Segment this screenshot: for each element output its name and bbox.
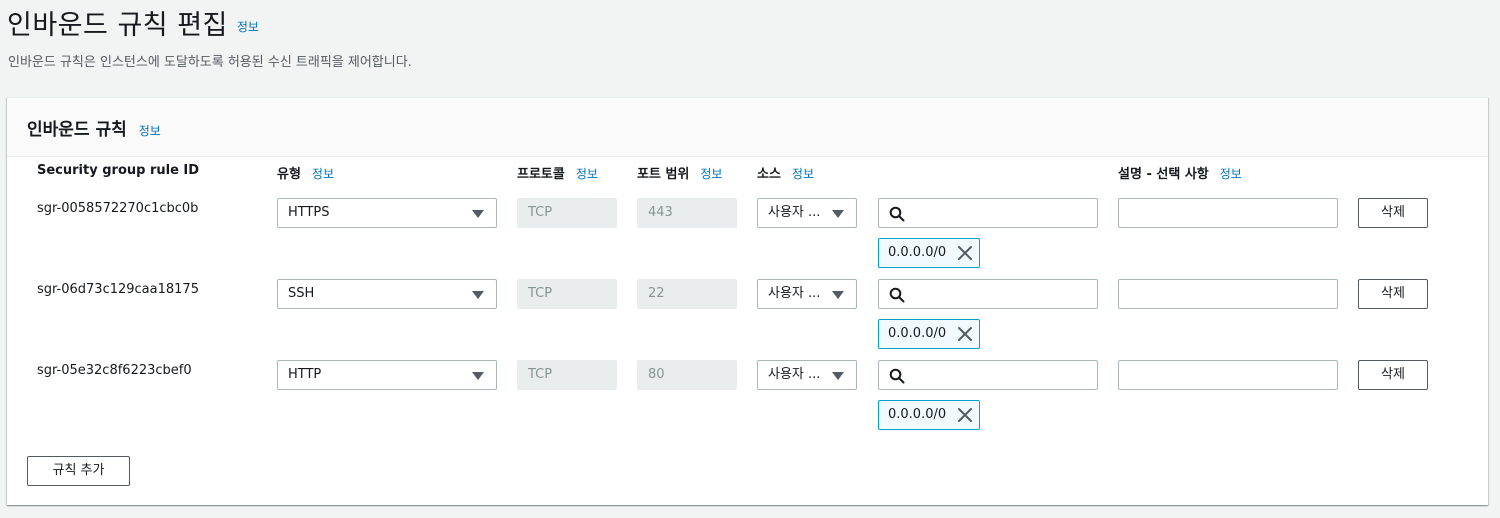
rule-id: sgr-06d73c129caa18175 [37, 282, 199, 297]
source-type-select[interactable]: 사용자 ... [757, 279, 857, 309]
close-icon[interactable] [957, 245, 973, 261]
close-icon[interactable] [957, 326, 973, 342]
add-rule-button[interactable]: 규칙 추가 [27, 456, 130, 486]
source-type-value: 사용자 ... [768, 286, 821, 301]
source-search-input[interactable] [878, 198, 1098, 228]
search-icon [889, 206, 905, 222]
panel-info-link[interactable]: 정보 [139, 124, 161, 138]
description-input[interactable] [1118, 198, 1338, 228]
protocol-info-link[interactable]: 정보 [576, 167, 598, 181]
caret-down-icon [472, 291, 484, 299]
column-header-type: 유형 정보 [277, 163, 334, 182]
caret-down-icon [832, 210, 844, 218]
page-info-link[interactable]: 정보 [237, 20, 259, 34]
delete-rule-button[interactable]: 삭제 [1358, 279, 1428, 309]
port-range-info-link[interactable]: 정보 [700, 167, 722, 181]
panel-header: 인바운드 규칙 정보 [7, 98, 1488, 157]
type-select-value: HTTPS [288, 205, 330, 220]
delete-rule-button[interactable]: 삭제 [1358, 360, 1428, 390]
search-icon [889, 368, 905, 384]
caret-down-icon [472, 372, 484, 380]
cidr-token: 0.0.0.0/0 [878, 319, 980, 349]
cidr-token: 0.0.0.0/0 [878, 400, 980, 430]
column-header-protocol: 프로토콜 정보 [517, 163, 598, 182]
port-range-field: 80 [637, 360, 737, 390]
caret-down-icon [832, 291, 844, 299]
cidr-token-value: 0.0.0.0/0 [888, 407, 947, 422]
type-select-value: HTTP [288, 367, 322, 382]
port-range-field: 22 [637, 279, 737, 309]
source-info-link[interactable]: 정보 [792, 167, 814, 181]
source-type-value: 사용자 ... [768, 367, 821, 382]
protocol-field: TCP [517, 279, 617, 309]
description-input[interactable] [1118, 279, 1338, 309]
type-info-link[interactable]: 정보 [312, 167, 334, 181]
column-header-protocol-label: 프로토콜 [517, 167, 565, 182]
source-type-value: 사용자 ... [768, 205, 821, 220]
column-header-port-range-label: 포트 범위 [637, 167, 690, 182]
panel-title-text: 인바운드 규칙 [27, 120, 127, 140]
inbound-rules-panel: 인바운드 규칙 정보 Security group rule ID 유형 정보 프로… [7, 97, 1488, 505]
source-type-select[interactable]: 사용자 ... [757, 360, 857, 390]
panel-title: 인바운드 규칙 정보 [27, 115, 161, 140]
close-icon[interactable] [957, 407, 973, 423]
page-title-text: 인바운드 규칙 편집 [7, 10, 228, 41]
type-select[interactable]: HTTPS [277, 198, 497, 228]
column-header-description: 설명 - 선택 사항 정보 [1118, 163, 1242, 182]
source-search-input[interactable] [878, 360, 1098, 390]
protocol-field: TCP [517, 198, 617, 228]
column-header-type-label: 유형 [277, 167, 301, 182]
type-select[interactable]: HTTP [277, 360, 497, 390]
column-header-port-range: 포트 범위 정보 [637, 163, 722, 182]
page-description: 인바운드 규칙은 인스턴스에 도달하도록 허용된 수신 트래픽을 제어합니다. [8, 55, 412, 70]
protocol-field: TCP [517, 360, 617, 390]
source-search-input[interactable] [878, 279, 1098, 309]
cidr-token-value: 0.0.0.0/0 [888, 326, 947, 341]
description-input[interactable] [1118, 360, 1338, 390]
source-type-select[interactable]: 사용자 ... [757, 198, 857, 228]
delete-rule-button[interactable]: 삭제 [1358, 198, 1428, 228]
rule-id: sgr-05e32c8f6223cbef0 [37, 363, 192, 378]
column-header-source-label: 소스 [757, 167, 781, 182]
type-select-value: SSH [288, 286, 315, 301]
column-header-description-label: 설명 - 선택 사항 [1118, 167, 1209, 182]
rule-id: sgr-0058572270c1cbc0b [37, 201, 199, 216]
page-title: 인바운드 규칙 편집 정보 [7, 3, 259, 42]
description-info-link[interactable]: 정보 [1220, 167, 1242, 181]
cidr-token: 0.0.0.0/0 [878, 238, 980, 268]
type-select[interactable]: SSH [277, 279, 497, 309]
search-icon [889, 287, 905, 303]
cidr-token-value: 0.0.0.0/0 [888, 245, 947, 260]
caret-down-icon [472, 210, 484, 218]
column-header-rule-id: Security group rule ID [37, 163, 200, 178]
port-range-field: 443 [637, 198, 737, 228]
column-header-source: 소스 정보 [757, 163, 814, 182]
caret-down-icon [832, 372, 844, 380]
